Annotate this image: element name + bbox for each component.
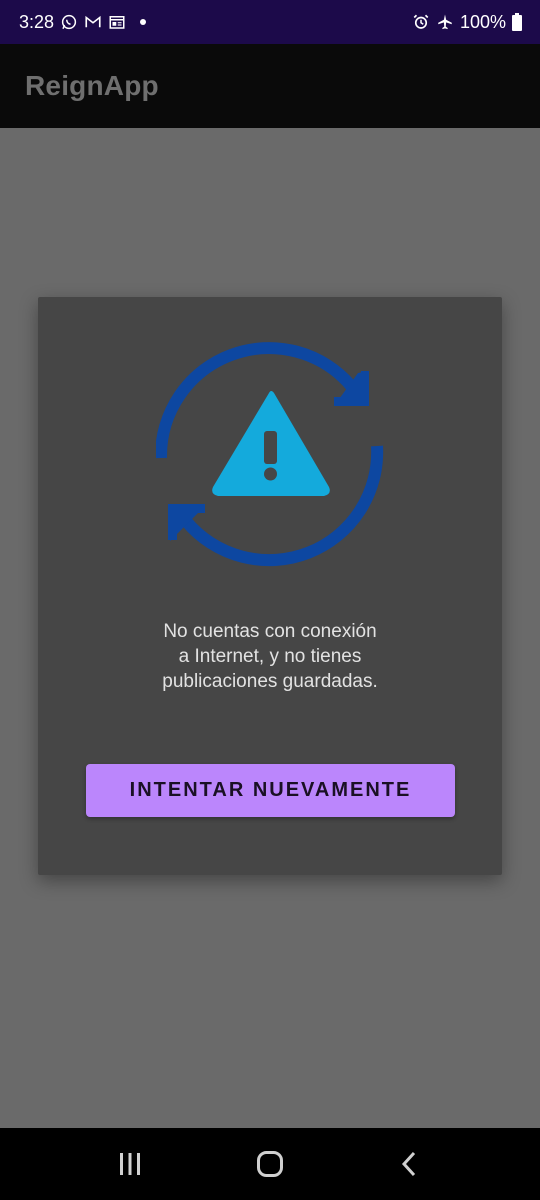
no-connection-message: No cuentas con conexión a Internet, y no… [162, 621, 378, 692]
airplane-mode-icon [436, 13, 454, 31]
calendar-icon [108, 13, 126, 31]
alarm-icon [412, 13, 430, 31]
navigation-bar [0, 1128, 540, 1200]
recents-icon[interactable] [100, 1134, 160, 1194]
sync-warning-icon [154, 341, 386, 571]
notification-dot [140, 19, 147, 25]
back-icon[interactable] [380, 1134, 440, 1194]
retry-button[interactable]: INTENTAR NUEVAMENTE [86, 764, 455, 817]
no-connection-dialog: No cuentas con conexión a Internet, y no… [38, 297, 502, 875]
gmail-icon [84, 13, 102, 31]
app-title: ReignApp [25, 70, 159, 101]
status-left: 3:28 [19, 11, 147, 33]
battery-percent: 100% [459, 11, 506, 32]
status-time: 3:28 [19, 11, 55, 32]
home-icon[interactable] [240, 1134, 300, 1194]
status-bar: 3:28 100% [0, 0, 540, 44]
battery-icon [512, 13, 522, 31]
app-bar: ReignApp [0, 44, 540, 128]
status-right: 100% [412, 12, 522, 33]
whatsapp-icon [60, 13, 78, 31]
